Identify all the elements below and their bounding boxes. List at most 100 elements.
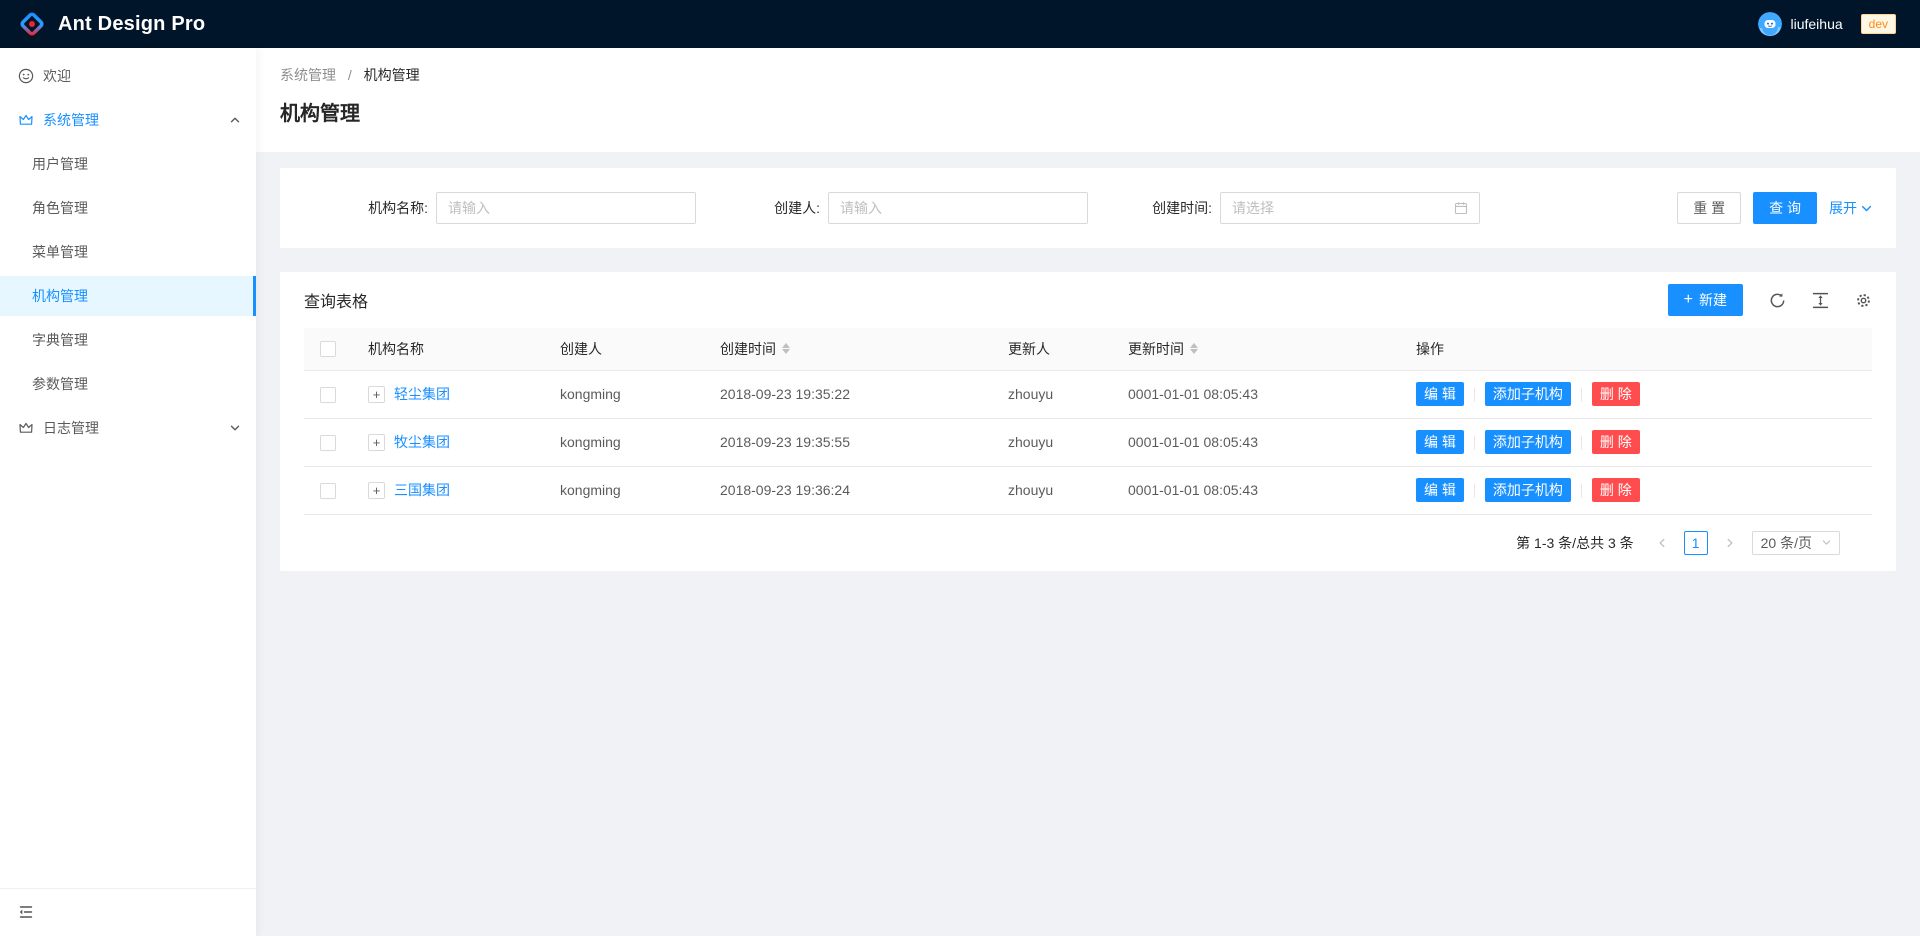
create-time-input[interactable] [1232, 200, 1454, 216]
main-content: 系统管理 / 机构管理 机构管理 机构名称: 创建人: [256, 48, 1920, 936]
edit-button[interactable]: 编 辑 [1416, 478, 1464, 502]
table-row: + 轻尘集团 kongming 2018-09-23 19:35:22 zhouy… [304, 370, 1872, 418]
creator-input[interactable] [828, 192, 1088, 224]
edit-button[interactable]: 编 辑 [1416, 430, 1464, 454]
sidebar-footer [0, 888, 256, 936]
table-title: 查询表格 [304, 288, 368, 312]
expand-link[interactable]: 展开 [1829, 198, 1872, 218]
username: liufeihua [1790, 16, 1842, 32]
plus-icon: + [1684, 292, 1693, 308]
reload-icon[interactable] [1769, 292, 1786, 309]
reset-button[interactable]: 重 置 [1677, 192, 1741, 224]
column-header-updated-at[interactable]: 更新时间 [1112, 328, 1400, 370]
density-icon[interactable] [1812, 292, 1829, 309]
delete-button[interactable]: 删 除 [1592, 382, 1640, 406]
query-button[interactable]: 查 询 [1753, 192, 1817, 224]
row-checkbox[interactable] [320, 387, 336, 403]
settings-icon[interactable] [1855, 292, 1872, 309]
sidebar-item-user-mgmt[interactable]: 用户管理 [0, 144, 256, 184]
page-size-label: 20 条/页 [1761, 533, 1812, 553]
action-divider [1581, 436, 1582, 450]
expand-row-button[interactable]: + [368, 434, 385, 451]
app-root: Ant Design Pro liufeihua dev [0, 0, 1920, 936]
new-button-label: 新建 [1699, 290, 1727, 310]
prev-page-button[interactable] [1650, 531, 1674, 555]
sidebar-item-menu-mgmt[interactable]: 菜单管理 [0, 232, 256, 272]
ant-design-logo-icon [18, 10, 46, 38]
sidebar-item-role-mgmt[interactable]: 角色管理 [0, 188, 256, 228]
breadcrumb: 系统管理 / 机构管理 [280, 64, 1896, 86]
row-checkbox[interactable] [320, 483, 336, 499]
select-all-checkbox[interactable] [320, 341, 336, 357]
action-divider [1474, 388, 1475, 402]
user-menu[interactable]: liufeihua dev [1758, 12, 1896, 36]
sidebar-item-label: 用户管理 [32, 154, 88, 174]
table-row: +牧尘集团 kongming 2018-09-23 19:35:55 zhouy… [304, 418, 1872, 466]
sidebar: 欢迎 系统管理 用户管理 角色管理 [0, 48, 256, 936]
updater-cell: zhouyu [992, 370, 1112, 418]
sidebar-submenu-log[interactable]: 日志管理 [0, 408, 256, 448]
org-name-link[interactable]: 牧尘集团 [394, 432, 450, 452]
page-1-button[interactable]: 1 [1684, 531, 1708, 555]
next-page-button[interactable] [1718, 531, 1742, 555]
row-checkbox[interactable] [320, 435, 336, 451]
action-divider [1474, 484, 1475, 498]
sidebar-item-param-mgmt[interactable]: 参数管理 [0, 364, 256, 404]
column-header-updater: 更新人 [992, 328, 1112, 370]
org-name-input[interactable] [436, 192, 696, 224]
add-child-org-button[interactable]: 添加子机构 [1485, 478, 1571, 502]
updated-at-cell: 0001-01-01 08:05:43 [1112, 466, 1400, 514]
form-item-create-time: 创建时间: [1088, 192, 1480, 224]
sidebar-item-label: 菜单管理 [32, 242, 88, 262]
smile-icon [18, 68, 34, 84]
page-header: 系统管理 / 机构管理 机构管理 [256, 48, 1920, 152]
menu-fold-icon[interactable] [18, 904, 35, 921]
created-at-cell: 2018-09-23 19:35:22 [704, 370, 992, 418]
updated-at-cell: 0001-01-01 08:05:43 [1112, 370, 1400, 418]
breadcrumb-separator: / [348, 67, 352, 83]
column-header-created-at[interactable]: 创建时间 [704, 328, 992, 370]
sort-icons [782, 343, 790, 354]
create-time-picker[interactable] [1220, 192, 1480, 224]
expand-row-button[interactable]: + [368, 482, 385, 499]
org-name-link[interactable]: 三国集团 [394, 480, 450, 500]
delete-button[interactable]: 删 除 [1592, 430, 1640, 454]
table-toolbar: 查询表格 + 新建 [280, 272, 1896, 328]
content-area: 机构名称: 创建人: 创建时间: [256, 152, 1920, 595]
sidebar-item-label: 欢迎 [43, 66, 71, 86]
sidebar-item-label: 系统管理 [43, 110, 99, 130]
new-button[interactable]: + 新建 [1668, 284, 1743, 316]
avatar [1758, 12, 1782, 36]
expand-row-button[interactable]: + [368, 386, 385, 403]
page-size-select[interactable]: 20 条/页 [1752, 531, 1840, 555]
delete-button[interactable]: 删 除 [1592, 478, 1640, 502]
sidebar-submenu-system[interactable]: 系统管理 [0, 100, 256, 140]
created-at-cell: 2018-09-23 19:36:24 [704, 466, 992, 514]
add-child-org-button[interactable]: 添加子机构 [1485, 382, 1571, 406]
sidebar-item-org-mgmt[interactable]: 机构管理 [0, 276, 256, 316]
crown-icon [18, 420, 34, 436]
column-header-creator: 创建人 [544, 328, 704, 370]
creator-label: 创建人: [696, 198, 820, 218]
sidebar-item-dict-mgmt[interactable]: 字典管理 [0, 320, 256, 360]
created-at-cell: 2018-09-23 19:35:55 [704, 418, 992, 466]
search-form: 机构名称: 创建人: 创建时间: [280, 168, 1896, 248]
sidebar-item-welcome[interactable]: 欢迎 [0, 56, 256, 96]
creator-cell: kongming [544, 370, 704, 418]
breadcrumb-item-current: 机构管理 [364, 67, 420, 83]
sidebar-item-label: 日志管理 [43, 418, 99, 438]
org-name-link[interactable]: 轻尘集团 [394, 384, 450, 404]
add-child-org-button[interactable]: 添加子机构 [1485, 430, 1571, 454]
app-title: Ant Design Pro [58, 13, 205, 36]
logo-area[interactable]: Ant Design Pro [18, 10, 205, 38]
table-card: 查询表格 + 新建 [280, 272, 1896, 571]
sidebar-item-label: 参数管理 [32, 374, 88, 394]
table-row: +三国集团 kongming 2018-09-23 19:36:24 zhouy… [304, 466, 1872, 514]
pagination-total: 第 1-3 条/总共 3 条 [1516, 533, 1633, 553]
data-table: 机构名称 创建人 创建时间 更新人 更新时间 [304, 328, 1872, 515]
calendar-icon [1454, 201, 1468, 215]
breadcrumb-item-system[interactable]: 系统管理 [280, 67, 336, 83]
sort-icons [1190, 343, 1198, 354]
create-time-label: 创建时间: [1088, 198, 1212, 218]
edit-button[interactable]: 编 辑 [1416, 382, 1464, 406]
